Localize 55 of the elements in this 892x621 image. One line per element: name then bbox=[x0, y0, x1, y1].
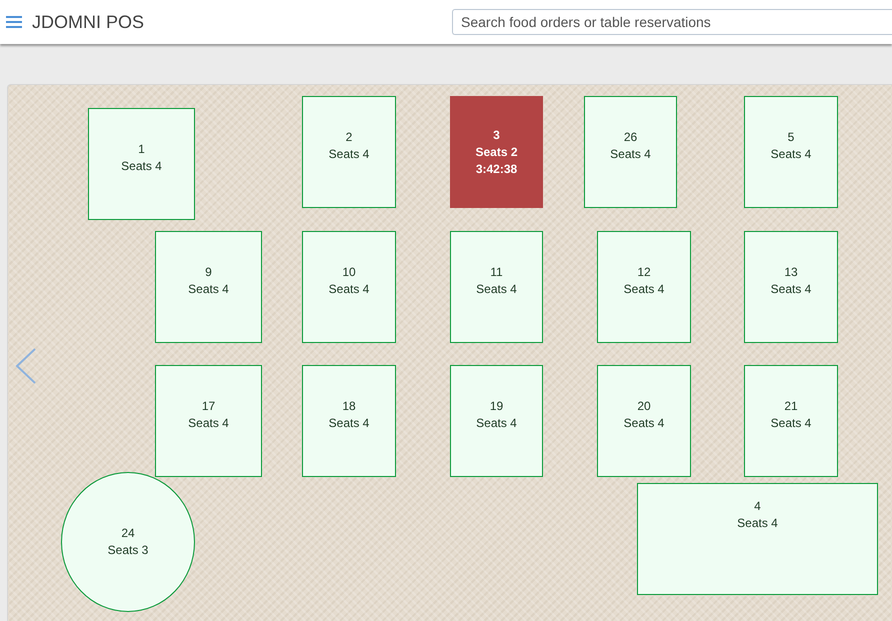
table-tile[interactable]: 5 Seats 4 bbox=[744, 96, 838, 208]
table-number: 18 bbox=[342, 398, 356, 415]
table-tile[interactable]: 18 Seats 4 bbox=[302, 365, 396, 477]
table-number: 5 bbox=[788, 129, 794, 146]
seat-count: Seats 4 bbox=[610, 146, 651, 163]
table-number: 24 bbox=[121, 525, 135, 542]
table-tile[interactable]: 2 Seats 4 bbox=[302, 96, 396, 208]
table-number: 11 bbox=[490, 264, 503, 281]
seat-count: Seats 3 bbox=[108, 542, 148, 559]
seat-count: Seats 4 bbox=[624, 281, 664, 298]
table-tile[interactable]: 9 Seats 4 bbox=[155, 231, 262, 343]
table-tile[interactable]: 12 Seats 4 bbox=[597, 231, 691, 343]
table-number: 3 bbox=[493, 126, 500, 144]
table-number: 17 bbox=[202, 398, 216, 415]
table-tile[interactable]: 13 Seats 4 bbox=[744, 231, 838, 343]
seat-count: Seats 4 bbox=[328, 281, 370, 298]
table-tile[interactable]: 19 Seats 4 bbox=[450, 365, 543, 477]
seat-count: Seats 4 bbox=[770, 146, 812, 163]
occupied-timer: 3:42:38 bbox=[476, 160, 518, 178]
table-tile[interactable]: 21 Seats 4 bbox=[744, 365, 838, 477]
search-field[interactable]: Search food orders or table reservations bbox=[452, 9, 892, 35]
menu-icon[interactable] bbox=[6, 16, 22, 28]
table-number: 1 bbox=[138, 141, 145, 158]
seat-count: Seats 4 bbox=[476, 415, 517, 432]
table-tile[interactable]: 24 Seats 3 bbox=[61, 472, 195, 612]
table-number: 13 bbox=[784, 264, 798, 281]
table-tile[interactable]: 20 Seats 4 bbox=[597, 365, 691, 477]
app-title: JDOMNI POS bbox=[32, 12, 144, 32]
table-number: 19 bbox=[490, 398, 504, 415]
seat-count: Seats 4 bbox=[328, 415, 370, 432]
seat-count: Seats 4 bbox=[188, 415, 229, 432]
table-tile[interactable]: 10 Seats 4 bbox=[302, 231, 396, 343]
seat-count: Seats 4 bbox=[476, 281, 517, 298]
seat-count: Seats 2 bbox=[475, 144, 518, 160]
table-tile[interactable]: 4 Seats 4 bbox=[637, 483, 878, 595]
table-tile[interactable]: 3 Seats 2 3:42:38 bbox=[450, 96, 543, 208]
table-number: 2 bbox=[346, 129, 352, 146]
table-tile[interactable]: 17 Seats 4 bbox=[155, 365, 262, 477]
seat-count: Seats 4 bbox=[328, 146, 370, 163]
table-number: 26 bbox=[624, 129, 638, 146]
table-tile[interactable]: 1 Seats 4 bbox=[88, 108, 195, 220]
table-number: 4 bbox=[754, 498, 761, 515]
table-number: 9 bbox=[205, 264, 212, 281]
table-number: 21 bbox=[784, 398, 798, 415]
seat-count: Seats 4 bbox=[770, 281, 812, 298]
table-tile[interactable]: 11 Seats 4 bbox=[450, 231, 543, 343]
table-number: 10 bbox=[342, 264, 356, 281]
seat-count: Seats 4 bbox=[770, 415, 812, 432]
seat-count: Seats 4 bbox=[121, 158, 162, 175]
seat-count: Seats 4 bbox=[624, 415, 664, 432]
table-number: 20 bbox=[637, 398, 651, 415]
seat-count: Seats 4 bbox=[737, 515, 778, 532]
table-tile[interactable]: 26 Seats 4 bbox=[584, 96, 677, 208]
table-number: 12 bbox=[637, 264, 651, 281]
seat-count: Seats 4 bbox=[188, 281, 229, 298]
